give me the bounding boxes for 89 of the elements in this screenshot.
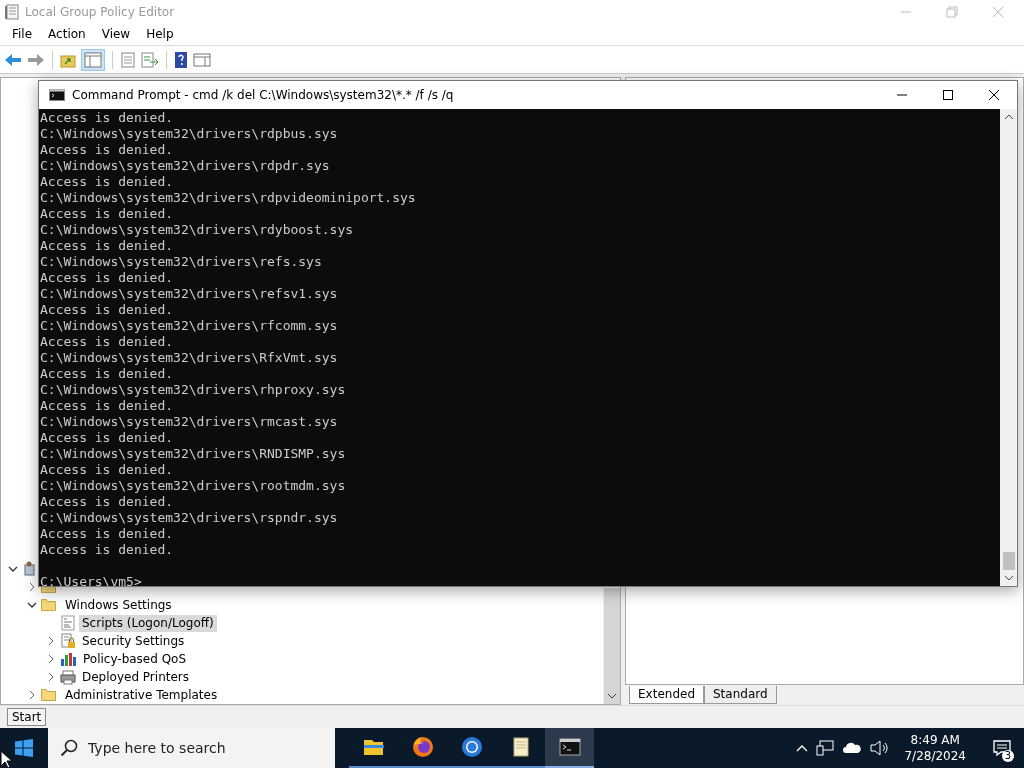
console-line: Access is denied. xyxy=(40,238,174,254)
network-icon[interactable] xyxy=(816,740,835,756)
search-icon xyxy=(60,739,78,757)
console-line: C:\Windows\system32\drivers\rfcomm.sys xyxy=(40,318,338,334)
scroll-down-icon[interactable] xyxy=(607,692,617,700)
console-line: Access is denied. xyxy=(40,110,174,126)
console-line: Access is denied. xyxy=(40,302,174,318)
notebook-icon xyxy=(5,3,19,20)
window-title: Local Group Policy Editor xyxy=(25,4,175,19)
console-line: Access is denied. xyxy=(40,366,174,382)
console-line: Access is denied. xyxy=(40,398,174,414)
expand-chevron-icon[interactable] xyxy=(46,654,56,664)
scroll-up-icon[interactable] xyxy=(1003,113,1014,121)
console-line: Access is denied. xyxy=(40,334,174,350)
console-line: C:\Windows\system32\drivers\rspndr.sys xyxy=(40,510,338,526)
scroll-bar[interactable] xyxy=(604,588,620,704)
expand-chevron-icon[interactable] xyxy=(46,672,56,682)
scroll-bar[interactable] xyxy=(1000,109,1017,586)
console-tree-icon[interactable] xyxy=(81,48,105,71)
bar-chart-icon xyxy=(60,651,77,667)
console-line: Access is denied. xyxy=(40,142,174,158)
tree-item[interactable]: Windows Settings xyxy=(62,596,175,614)
expand-chevron-icon[interactable] xyxy=(27,582,37,592)
tree-item[interactable]: Security Settings xyxy=(79,632,188,650)
collapse-chevron-icon[interactable] xyxy=(8,564,18,574)
circle-browser-icon xyxy=(460,736,483,758)
console-line: C:\Windows\system32\drivers\rdyboost.sys xyxy=(40,222,354,238)
tree-item[interactable]: Scripts (Logon/Logoff) xyxy=(79,614,217,632)
speaker-icon[interactable] xyxy=(870,740,891,756)
console-line: C:\Windows\system32\drivers\refs.sys xyxy=(40,254,322,270)
help-icon[interactable] xyxy=(174,50,188,69)
tab[interactable]: Extended xyxy=(629,686,704,704)
console-line: C:\Windows\system32\drivers\rdpdr.sys xyxy=(40,158,330,174)
console-line: C:\Windows\system32\drivers\rdpvideominiport.sys xyxy=(40,190,416,206)
console-line: Access is denied. xyxy=(40,174,174,190)
console-line: C:\Windows\system32\drivers\rootmdm.sys xyxy=(40,478,346,494)
folder-icon xyxy=(41,689,57,701)
console-line: Access is denied. xyxy=(40,542,174,558)
search-field[interactable]: Type here to search xyxy=(48,728,335,768)
windows-logo-icon xyxy=(15,739,33,757)
console-line: C:\Windows\system32\drivers\RfxVmt.sys xyxy=(40,350,338,366)
lock-document-icon xyxy=(60,633,76,649)
window-title: Command Prompt - cmd /k del C:\Windows\system32\*.* /f /s /q xyxy=(72,88,454,102)
printer-icon xyxy=(60,669,76,685)
close-icon[interactable] xyxy=(988,89,1000,101)
console-line: Access is denied. xyxy=(40,270,174,286)
console-line: Access is denied. xyxy=(40,206,174,222)
scroll-thumb[interactable] xyxy=(1002,552,1015,570)
console-icon xyxy=(558,736,581,758)
notification-count: 3 xyxy=(1001,750,1014,762)
console-line: C:\Windows\system32\drivers\rmcast.sys xyxy=(40,414,338,430)
console-line: C:\Windows\system32\drivers\rhproxy.sys xyxy=(40,382,346,398)
cloud-icon[interactable] xyxy=(842,742,863,754)
console-line: C:\Windows\system32\drivers\RNDISMP.sys xyxy=(40,446,346,462)
tooltip: Start xyxy=(7,708,47,726)
tree-item[interactable]: Policy-based QoS xyxy=(80,650,190,668)
console-line: Access is denied. xyxy=(40,462,174,478)
console-line: Access is denied. xyxy=(40,526,174,542)
mouse-pointer-icon xyxy=(0,750,12,768)
computer-user-icon xyxy=(22,561,38,577)
show-hide-pane-icon[interactable] xyxy=(193,51,211,68)
menu-item[interactable]: File xyxy=(4,25,41,43)
notifications-button[interactable]: 3 xyxy=(980,728,1024,768)
document-icon xyxy=(60,615,76,631)
expand-chevron-icon[interactable] xyxy=(46,636,56,646)
console-line: C:\Windows\system32\drivers\refsv1.sys xyxy=(40,286,338,302)
clock-time[interactable]: 8:49 AM xyxy=(910,732,960,748)
menu-item[interactable]: Action xyxy=(40,25,94,43)
taskbar-app[interactable] xyxy=(545,728,594,768)
tree-item[interactable]: Administrative Templates xyxy=(62,686,221,704)
console-line: Access is denied. xyxy=(40,430,174,446)
maximize-icon[interactable] xyxy=(942,89,954,101)
expand-chevron-icon[interactable] xyxy=(27,690,37,700)
console-line: Access is denied. xyxy=(40,494,174,510)
collapse-chevron-icon[interactable] xyxy=(27,600,37,610)
menu-item[interactable]: View xyxy=(93,25,139,43)
console-line: C:\Windows\system32\drivers\rdpbus.sys xyxy=(40,126,338,142)
menu-item[interactable]: Help xyxy=(138,25,182,43)
export-list-icon[interactable] xyxy=(141,51,159,68)
tab[interactable]: Standard xyxy=(704,686,777,704)
clock-date[interactable]: 7/28/2024 xyxy=(904,748,966,764)
chevron-up-icon[interactable] xyxy=(796,744,809,752)
scroll-down-icon[interactable] xyxy=(1003,574,1014,582)
tree-item[interactable]: Deployed Printers xyxy=(79,668,192,686)
fox-globe-icon xyxy=(411,736,434,758)
back-arrow-icon[interactable] xyxy=(4,52,22,67)
forward-arrow-icon[interactable] xyxy=(27,52,45,67)
console-icon xyxy=(49,89,65,101)
folder-icon xyxy=(41,599,57,611)
